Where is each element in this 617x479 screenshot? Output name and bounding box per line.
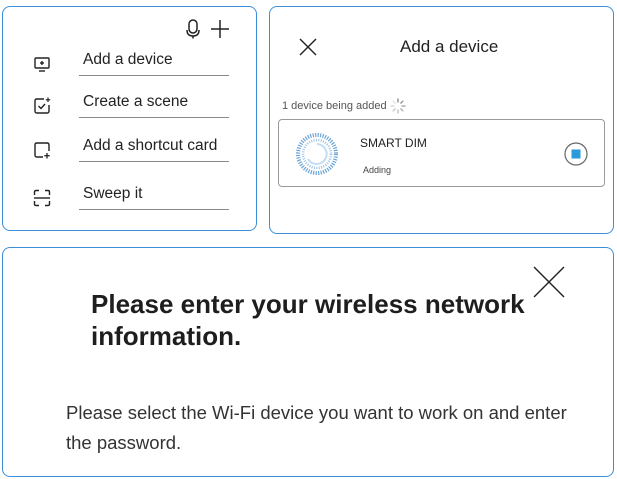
adding-status: 1 device being added [282,98,406,114]
menu-item-label: Create a scene [83,93,189,110]
microphone-icon[interactable] [186,19,200,39]
menu-item-create-scene[interactable]: Create a scene [33,93,229,119]
menu-item-label: Add a device [83,51,173,68]
dialog-title: Please enter your wireless network infor… [91,289,525,351]
device-state: Adding [363,165,392,175]
create-scene-icon [34,97,51,114]
device-progress-icon [296,133,338,175]
panel-title: Add a device [400,37,499,56]
close-icon[interactable] [531,264,567,300]
add-menu-panel: Add a device Create a scene Add a shortc… [2,6,257,231]
plus-icon[interactable] [210,19,230,39]
menu-item-underline [79,117,229,118]
shortcut-card-icon [34,142,50,159]
menu-item-add-device[interactable]: Add a device [33,51,229,77]
loading-spinner-icon [389,98,406,114]
menu-item-underline [79,161,229,162]
wifi-info-dialog: Please enter your wireless network infor… [2,247,614,477]
add-device-icon [34,57,50,72]
menu-item-label: Add a shortcut card [83,137,218,154]
adding-status-text: 1 device being added [282,100,387,112]
stop-icon[interactable] [564,142,588,166]
scan-icon [33,189,51,207]
dialog-description: Please select the Wi-Fi device you want … [66,402,567,453]
device-card[interactable]: SMART DIM Adding [278,119,605,187]
top-actions [186,19,230,39]
close-icon[interactable] [298,37,318,57]
menu-item-underline [79,209,229,210]
menu-item-sweep-it[interactable]: Sweep it [33,185,229,211]
menu-item-add-shortcut-card[interactable]: Add a shortcut card [33,137,229,163]
menu-item-underline [79,75,229,76]
menu-item-label: Sweep it [83,185,143,202]
device-name: SMART DIM [360,136,427,150]
add-device-panel: Add a device 1 device being added SMART … [269,6,614,234]
